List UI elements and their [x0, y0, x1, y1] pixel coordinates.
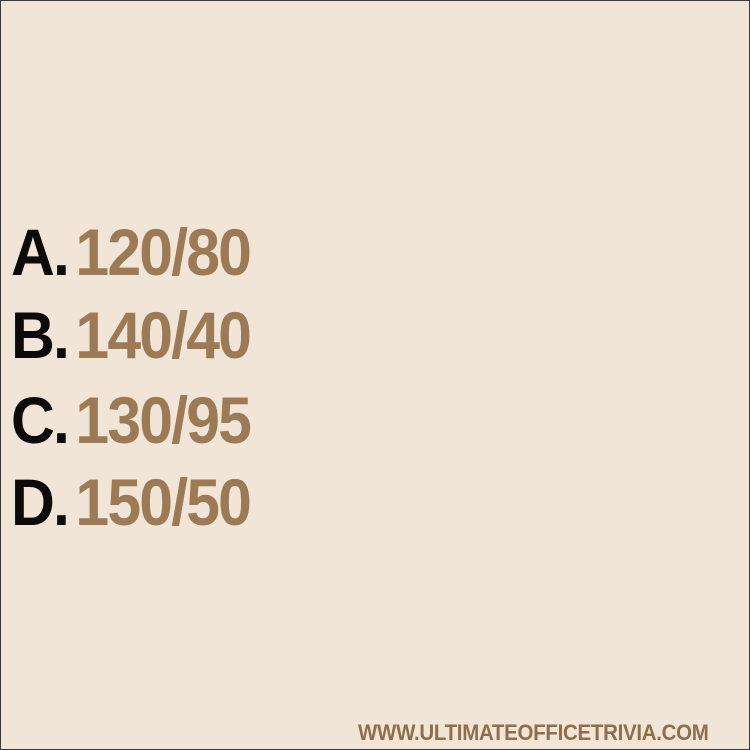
answer-option-b: B. 140/40	[11, 302, 252, 368]
option-value: 140/40	[75, 298, 252, 372]
trivia-card: A. 120/80 B. 140/40 C. 130/95 D. 150/50 WWW.…	[0, 0, 750, 750]
option-letter: D.	[11, 465, 70, 539]
option-value: 150/50	[75, 465, 252, 539]
answer-option-a: A. 120/80	[11, 219, 252, 285]
option-letter: A.	[11, 215, 70, 289]
option-value: 130/95	[75, 383, 252, 457]
option-letter: C.	[11, 383, 70, 457]
option-letter: B.	[11, 298, 70, 372]
answer-option-d: D. 150/50	[11, 469, 252, 535]
answer-option-c: C. 130/95	[11, 387, 252, 453]
option-value: 120/80	[75, 215, 252, 289]
website-url: WWW.ULTIMATEOFFICETRIVIA.COM	[358, 720, 709, 745]
